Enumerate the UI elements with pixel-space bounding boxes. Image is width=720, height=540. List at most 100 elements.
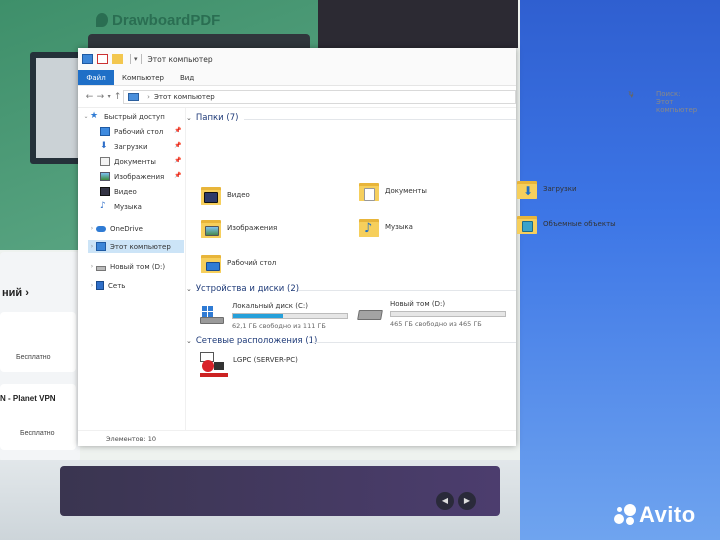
breadcrumb-chevron-icon[interactable]: › — [147, 93, 150, 101]
nav-item-music[interactable]: ♪ Музыка — [100, 200, 142, 213]
content-pane: ⌄ Папки (7) Видео Документы ⬇ Загрузки И… — [186, 108, 616, 430]
folder-label: Видео — [227, 191, 250, 199]
collapse-icon[interactable]: › — [88, 243, 96, 250]
computer-icon — [96, 242, 106, 251]
file-explorer-window: ▾ Этот компьютер Файл Компьютер Вид ← → … — [78, 48, 697, 446]
desktop-folder-icon — [200, 252, 222, 274]
tab-computer[interactable]: Компьютер — [114, 70, 172, 85]
drive-label: Новый том (D:) — [390, 300, 446, 308]
up-icon[interactable]: ↑ — [112, 92, 123, 102]
group-header-folders[interactable]: ⌄ Папки (7) — [186, 113, 238, 123]
pin-icon[interactable]: 📌 — [174, 172, 181, 179]
folder-video[interactable]: Видео — [200, 184, 250, 206]
store-item-title: N - Planet VPN — [0, 394, 56, 403]
cloud-icon — [96, 225, 106, 232]
drive-usage-fill — [233, 314, 284, 318]
windows-drive-icon — [200, 306, 226, 324]
refresh-icon[interactable]: ↻ — [628, 90, 634, 98]
pictures-folder-icon — [200, 217, 222, 239]
address-bar[interactable]: › Этот компьютер ▾ — [123, 89, 634, 104]
nav-item-downloads[interactable]: ⬇ Загрузки — [100, 140, 148, 153]
title-separator — [140, 54, 142, 64]
nav-label: Новый том (D:) — [110, 262, 166, 271]
drive-d[interactable]: Новый том (D:) 465 ГБ свободно из 465 ГБ — [357, 300, 508, 330]
folder-pictures[interactable]: Изображения — [200, 217, 277, 239]
desktop-icon — [100, 127, 110, 136]
drive-usage-bar — [390, 311, 506, 317]
desktop-wallpaper — [520, 0, 720, 540]
status-bar: Элементов: 10 — [78, 430, 516, 446]
nav-label: Видео — [114, 187, 137, 196]
folder-desktop[interactable]: Рабочий стол — [200, 252, 276, 274]
back-icon[interactable]: ← — [84, 92, 95, 102]
nav-label: Этот компьютер — [110, 242, 171, 251]
window-title: Этот компьютер — [147, 54, 213, 64]
nav-label: Изображения — [114, 172, 165, 181]
nav-item-onedrive[interactable]: › OneDrive — [88, 222, 143, 235]
avito-logo-icon — [614, 504, 636, 526]
store-app-card[interactable] — [0, 312, 76, 372]
folder-label: Объемные объекты — [543, 220, 616, 228]
folder-label: Музыка — [385, 223, 413, 231]
group-header-drives[interactable]: ⌄ Устройства и диски (2) — [186, 284, 299, 294]
properties-icon[interactable] — [97, 54, 108, 64]
folder-label: Рабочий стол — [227, 259, 277, 267]
nav-item-this-pc[interactable]: › Этот компьютер — [88, 240, 184, 253]
folder-music[interactable]: ♪ Музыка — [358, 216, 413, 238]
collapse-icon[interactable]: › — [88, 263, 96, 270]
drive-label: Локальный диск (C:) — [232, 302, 308, 310]
pin-icon[interactable]: 📌 — [174, 157, 181, 164]
nav-item-network[interactable]: › Сеть — [88, 279, 125, 292]
tab-view[interactable]: Вид — [172, 70, 202, 85]
drive-c[interactable]: Локальный диск (C:) 62,1 ГБ свободно из … — [200, 302, 350, 332]
search-input[interactable]: Поиск: Этот компьютер — [656, 90, 697, 114]
hard-drive-icon — [357, 304, 384, 322]
store-section-heading[interactable]: ний › — [2, 287, 29, 299]
folder-documents[interactable]: Документы — [358, 180, 427, 202]
3d-objects-folder-icon — [516, 213, 538, 235]
nav-item-pictures[interactable]: Изображения — [100, 170, 164, 183]
expand-icon[interactable]: ⌄ — [82, 113, 90, 120]
ribbon-tabs: Файл Компьютер Вид — [78, 70, 516, 86]
group-header-network[interactable]: ⌄ Сетевые расположения (1) — [186, 336, 317, 346]
drawboard-logo: DrawboardPDF — [96, 12, 220, 29]
nav-item-video[interactable]: Видео — [100, 185, 137, 198]
documents-icon — [100, 157, 110, 166]
network-location-lgpc[interactable]: LGPC (SERVER-PC) — [200, 352, 298, 378]
hard-drive-icon — [96, 265, 106, 271]
collapse-group-icon[interactable]: ⌄ — [186, 114, 192, 122]
folder-3d-objects[interactable]: Объемные объекты — [516, 213, 616, 235]
group-divider — [244, 119, 516, 120]
nav-item-new-volume[interactable]: › Новый том (D:) — [88, 260, 165, 273]
documents-folder-icon — [358, 180, 380, 202]
star-icon: ★ — [90, 111, 99, 121]
nav-quick-access[interactable]: ⌄ ★ Быстрый доступ — [82, 110, 164, 123]
new-folder-icon[interactable] — [112, 54, 123, 64]
store-dark-card — [318, 0, 518, 48]
pin-icon[interactable]: 📌 — [174, 142, 181, 149]
nav-label: OneDrive — [110, 224, 143, 233]
breadcrumb-this-pc[interactable]: Этот компьютер — [154, 93, 215, 101]
nav-item-documents[interactable]: Документы — [100, 155, 156, 168]
collapse-icon[interactable]: › — [88, 282, 96, 289]
video-icon — [100, 187, 110, 196]
downloads-folder-icon: ⬇ — [516, 178, 538, 200]
collapse-group-icon[interactable]: ⌄ — [186, 337, 192, 345]
nav-item-desktop[interactable]: Рабочий стол — [100, 125, 163, 138]
carousel-prev-icon[interactable]: ◀ — [436, 492, 454, 510]
tab-file[interactable]: Файл — [78, 70, 114, 85]
group-title: Сетевые расположения (1) — [195, 336, 318, 346]
title-bar: ▾ Этот компьютер — [78, 48, 516, 70]
drive-free-space: 465 ГБ свободно из 465 ГБ — [390, 320, 482, 328]
nav-label: Загрузки — [114, 142, 148, 151]
folder-label: Изображения — [227, 224, 278, 232]
collapse-icon[interactable]: › — [88, 225, 96, 232]
computer-icon — [128, 92, 140, 101]
carousel-next-icon[interactable]: ▶ — [458, 492, 476, 510]
pin-icon[interactable]: 📌 — [174, 127, 181, 134]
customize-toolbar-icon[interactable]: ▾ — [134, 55, 138, 63]
folder-downloads[interactable]: ⬇ Загрузки — [516, 178, 577, 200]
navigation-pane: ⌄ ★ Быстрый доступ Рабочий стол 📌 ⬇ Загр… — [78, 108, 186, 430]
collapse-group-icon[interactable]: ⌄ — [186, 285, 192, 293]
forward-icon[interactable]: → — [95, 92, 106, 102]
